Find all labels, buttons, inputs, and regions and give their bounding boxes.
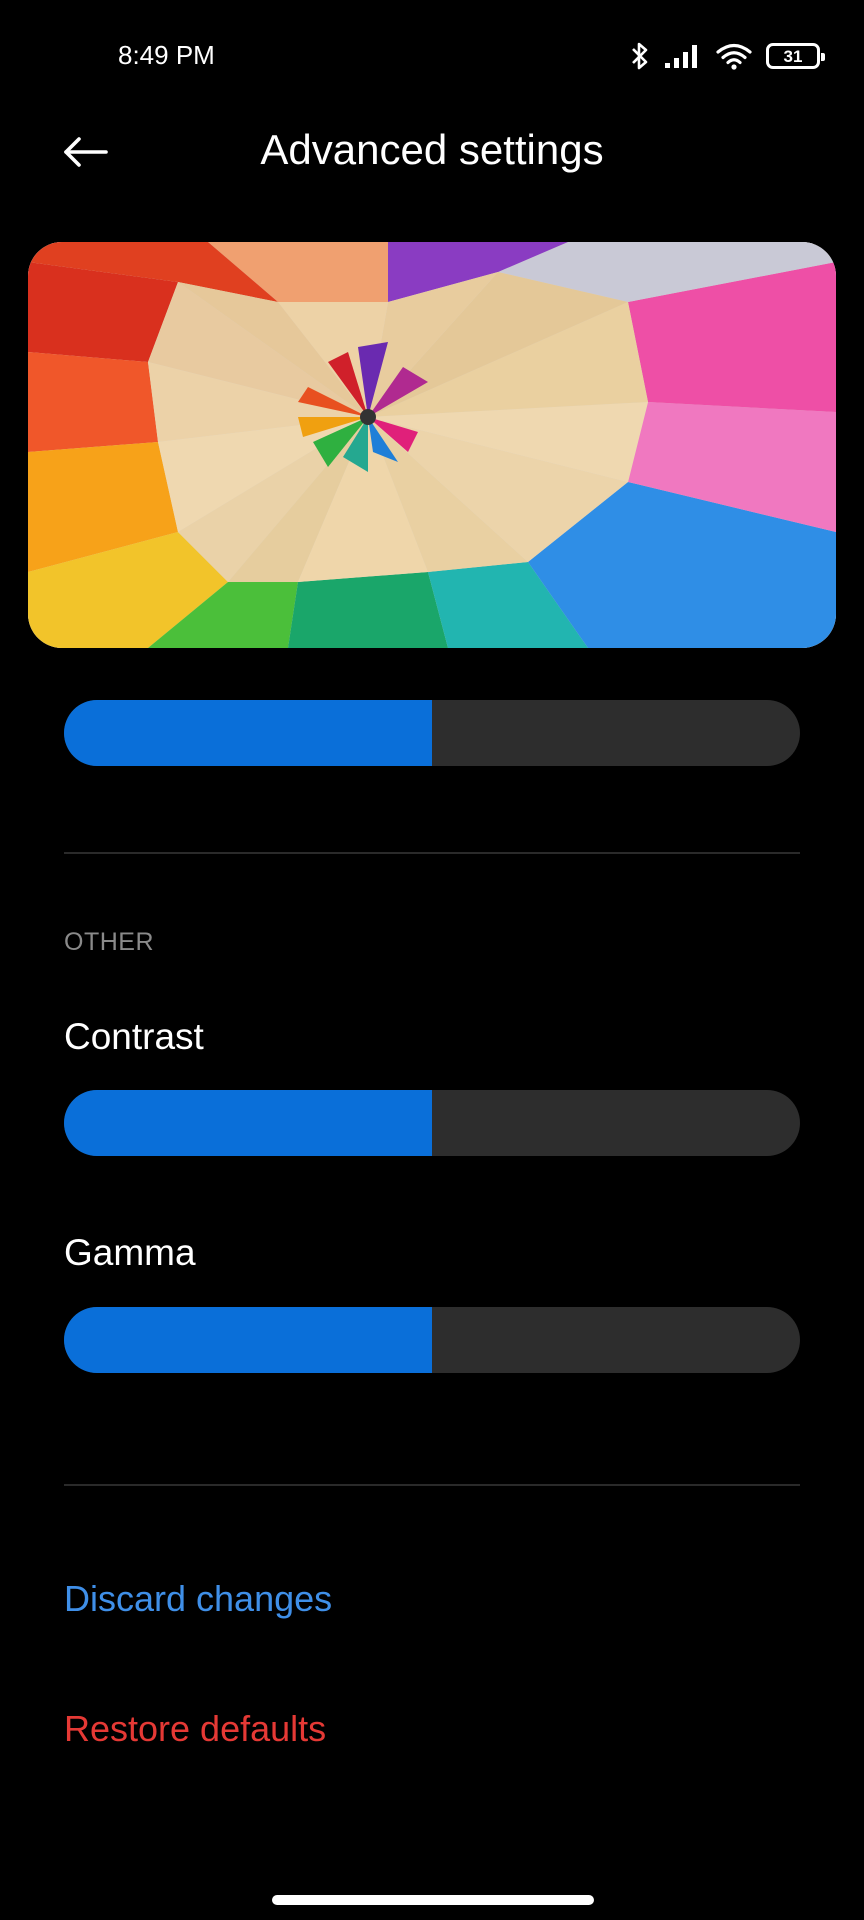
status-time: 8:49 PM <box>118 40 215 70</box>
battery-level: 31 <box>783 46 803 66</box>
wifi-icon <box>716 42 752 70</box>
contrast-slider-fill <box>64 1090 432 1156</box>
signal-icon <box>664 43 702 69</box>
status-icons: 31 <box>630 38 825 74</box>
gamma-slider[interactable] <box>64 1307 800 1373</box>
restore-defaults-button[interactable]: Restore defaults <box>64 1708 326 1750</box>
header: Advanced settings <box>0 110 864 220</box>
preview-image <box>28 242 836 648</box>
preview-slider[interactable] <box>64 700 800 766</box>
bluetooth-icon <box>630 41 650 71</box>
gamma-label: Gamma <box>64 1232 196 1273</box>
page-title: Advanced settings <box>260 126 604 173</box>
gamma-slider-fill <box>64 1307 432 1373</box>
colored-pencils-image <box>28 242 836 648</box>
section-label-other: OTHER <box>64 928 154 956</box>
divider <box>64 852 800 854</box>
contrast-slider[interactable] <box>64 1090 800 1156</box>
contrast-label: Contrast <box>64 1016 204 1057</box>
status-bar: 8:49 PM 31 <box>0 0 864 110</box>
discard-changes-button[interactable]: Discard changes <box>64 1578 332 1620</box>
preview-slider-fill <box>64 700 432 766</box>
battery-icon: 31 <box>766 43 825 69</box>
home-indicator[interactable] <box>272 1895 594 1905</box>
divider <box>64 1484 800 1486</box>
